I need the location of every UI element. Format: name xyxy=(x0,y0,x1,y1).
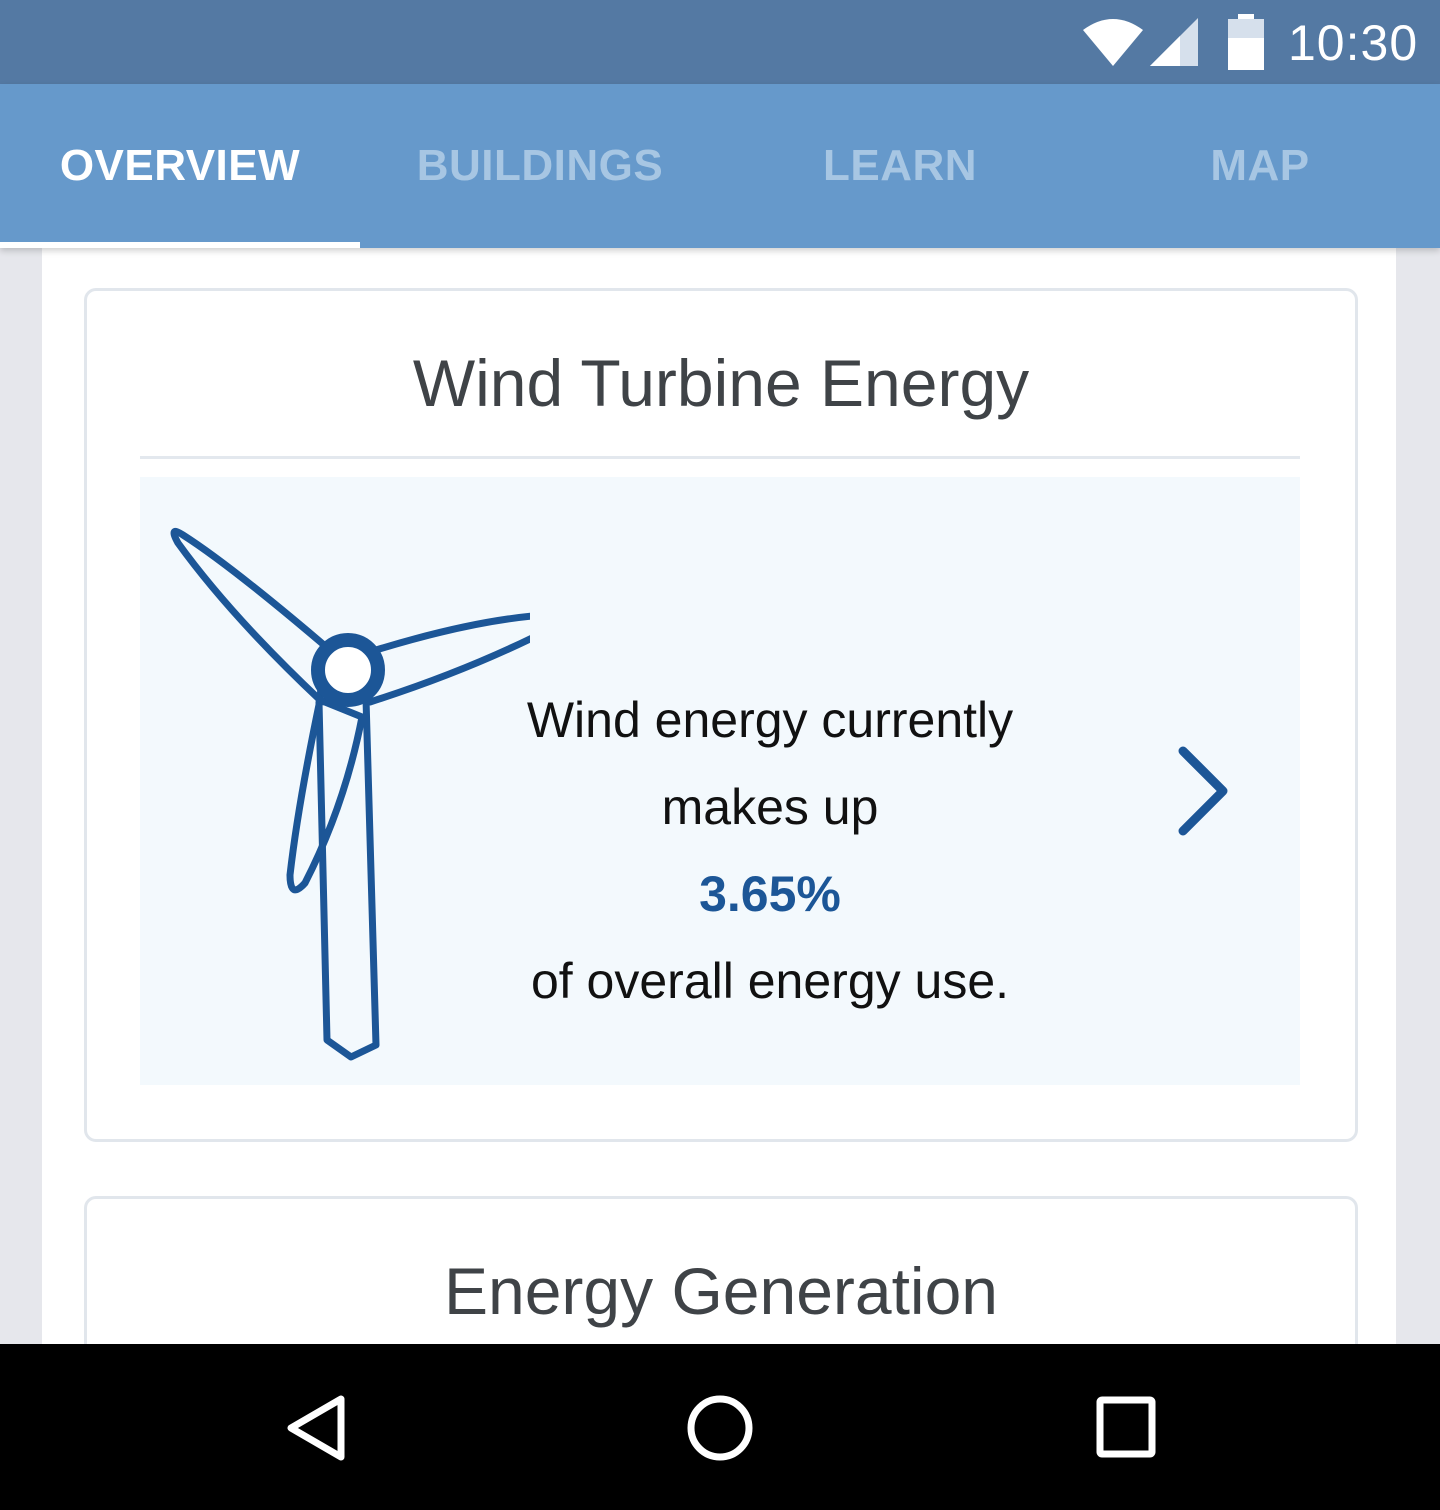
card-title: Wind Turbine Energy xyxy=(412,346,1030,420)
summary-line-3: of overall energy use. xyxy=(530,953,1010,1009)
card-title: Energy Generation xyxy=(443,1254,998,1328)
tab-overview[interactable]: OVERVIEW xyxy=(0,84,360,248)
wind-turbine-card: Wind Turbine Energy Wind energy currentl… xyxy=(84,288,1358,1142)
content-scroll-area[interactable]: Wind Turbine Energy Wind energy currentl… xyxy=(42,248,1396,1344)
home-icon[interactable] xyxy=(686,1392,754,1464)
tab-buildings[interactable]: BUILDINGS xyxy=(360,84,720,248)
summary-line-2: makes up xyxy=(661,779,879,835)
tab-map[interactable]: MAP xyxy=(1080,84,1440,248)
summary-line-1: Wind energy currently xyxy=(526,692,1014,748)
energy-generation-card[interactable]: Energy Generation xyxy=(84,1196,1358,1344)
wind-energy-summary: Wind energy currently makes up 3.65% of … xyxy=(470,677,1070,1025)
status-clock: 10:30 xyxy=(1288,15,1419,71)
back-icon[interactable] xyxy=(284,1392,348,1464)
wind-energy-percentage: 3.65% xyxy=(699,866,841,922)
tab-learn[interactable]: LEARN xyxy=(720,84,1080,248)
wind-energy-panel[interactable]: Wind energy currently makes up 3.65% of … xyxy=(140,477,1300,1085)
card-divider xyxy=(140,456,1300,459)
system-nav-bar xyxy=(0,1344,1440,1510)
recents-icon[interactable] xyxy=(1094,1392,1158,1464)
battery-icon xyxy=(1228,14,1264,70)
status-bar: 10:30 xyxy=(0,0,1440,84)
chevron-right-icon[interactable] xyxy=(1175,745,1235,837)
cell-signal-icon xyxy=(1150,18,1198,66)
tab-active-indicator xyxy=(0,242,360,248)
wifi-icon xyxy=(1083,19,1143,66)
tab-bar: OVERVIEW BUILDINGS LEARN MAP xyxy=(0,84,1440,248)
